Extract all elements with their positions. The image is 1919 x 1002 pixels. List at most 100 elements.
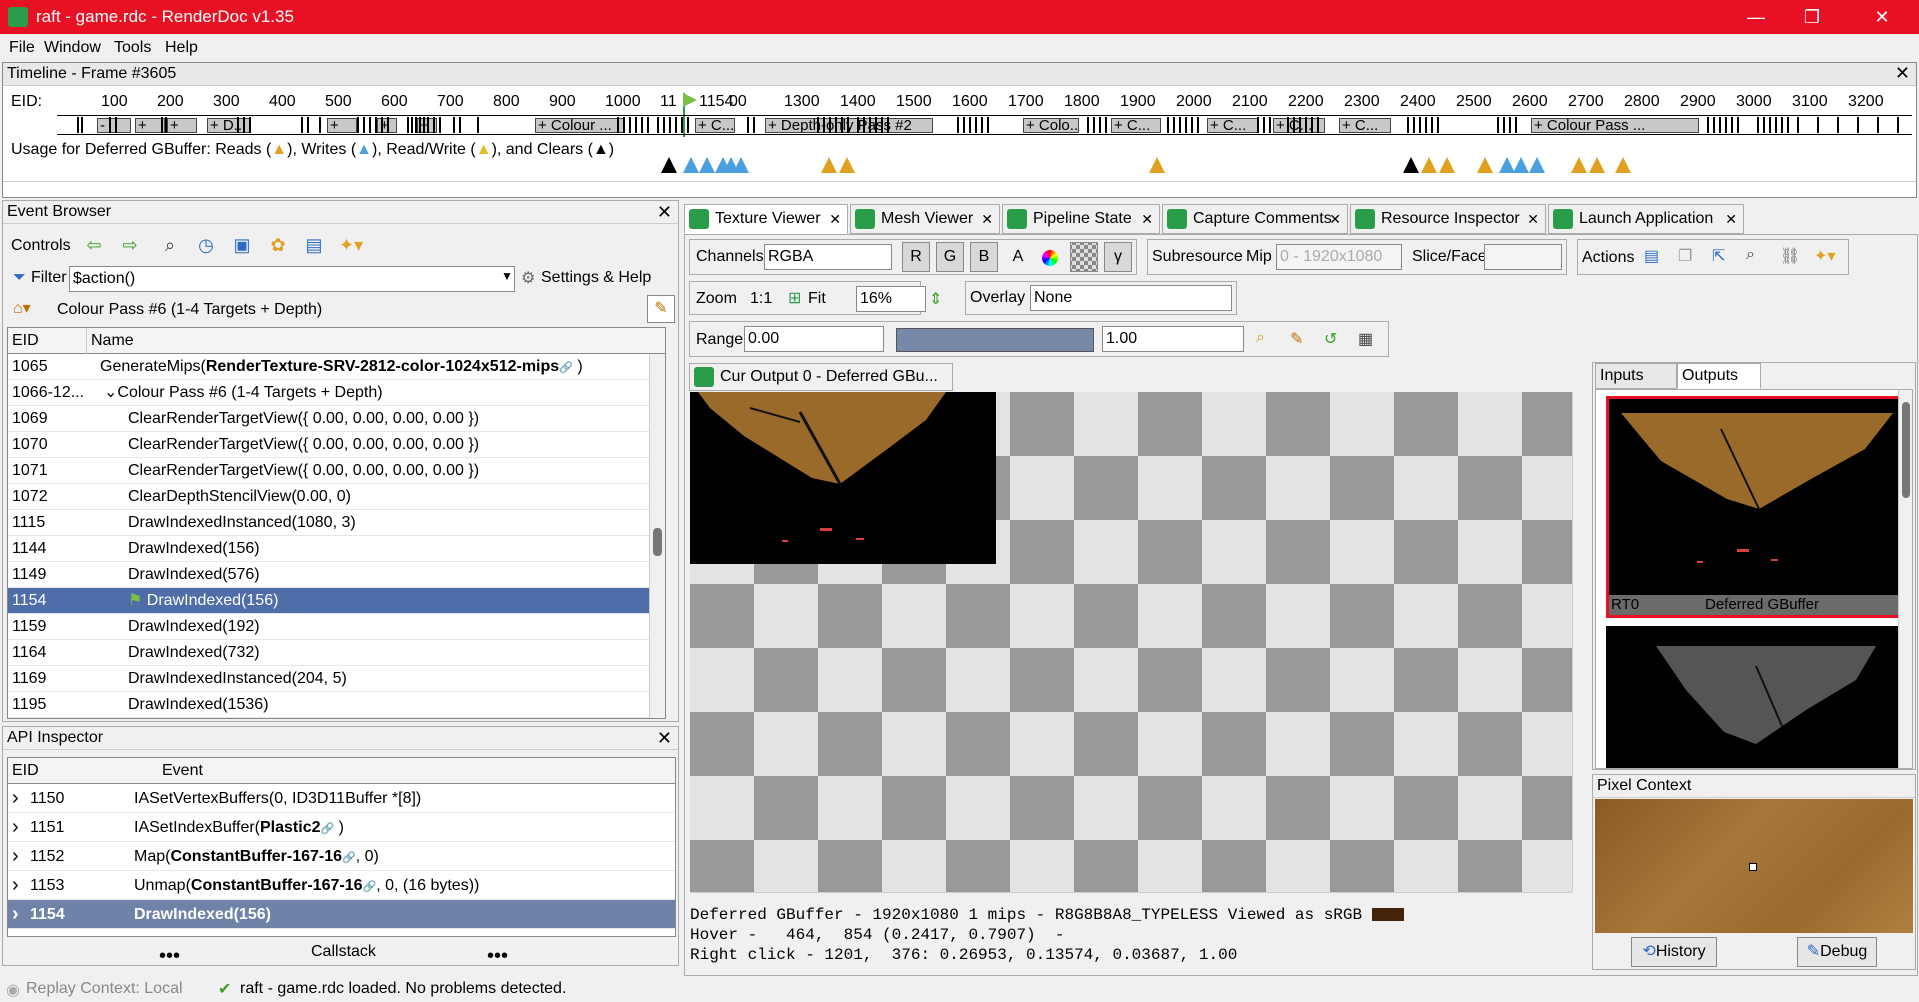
copy-icon[interactable]: ❐ — [1678, 246, 1692, 266]
expand-chevron-icon[interactable]: › — [12, 842, 19, 871]
link-icon[interactable]: 🔗 — [320, 823, 334, 835]
usage-triangle-icon[interactable] — [1403, 157, 1419, 173]
save-icon[interactable]: ▤ — [303, 235, 325, 257]
link-icon[interactable]: ⛓ — [1780, 246, 1800, 266]
flip-icon[interactable]: ⇕ — [929, 289, 942, 309]
event-browser-close-icon[interactable]: ✕ — [657, 201, 672, 223]
usage-triangle-icon[interactable] — [733, 157, 749, 173]
fit-icon[interactable]: ⊞ — [788, 288, 801, 308]
filter-input[interactable]: $action() — [69, 266, 515, 292]
puzzle-action-icon[interactable]: ✦▾ — [1814, 246, 1835, 266]
channel-b-button[interactable]: B — [970, 242, 998, 272]
expand-chevron-icon[interactable]: › — [12, 900, 19, 929]
checkerboard-icon[interactable] — [1070, 242, 1098, 272]
histogram-icon[interactable]: ▦ — [1358, 329, 1373, 349]
tab-capture-comments[interactable]: Capture Comments ✕ — [1162, 204, 1348, 234]
range-min-input[interactable]: 0.00 — [744, 326, 884, 352]
save-texture-icon[interactable]: ▤ — [1644, 246, 1659, 266]
dots-left[interactable]: ••• — [159, 945, 180, 968]
settings-gear-icon[interactable]: ⚙ — [521, 268, 535, 288]
col-eid-header[interactable]: EID — [12, 328, 39, 354]
tab-mesh-viewer[interactable]: Mesh Viewer ✕ — [850, 204, 1000, 234]
output-tab[interactable]: Cur Output 0 - Deferred GBu... — [689, 363, 953, 391]
menu-tools[interactable]: Tools — [114, 39, 151, 57]
tab-close-icon[interactable]: ✕ — [1141, 205, 1153, 233]
bookmark-icon[interactable]: ▣ — [231, 235, 253, 257]
expand-chevron-icon[interactable]: › — [12, 784, 19, 813]
timeline-markers[interactable]: -+++ D...++++ Colour ...+ C...+ Depth-on… — [57, 115, 1912, 135]
link-icon[interactable]: 🔗 — [342, 852, 356, 864]
slice-face-select[interactable] — [1484, 244, 1562, 270]
event-row[interactable]: 1154 ⚑ DrawIndexed(156) — [8, 588, 665, 614]
expand-chevron-icon[interactable]: › — [12, 871, 19, 900]
usage-triangle-icon[interactable] — [1477, 157, 1493, 173]
event-row[interactable]: 1144 DrawIndexed(156) — [8, 536, 665, 562]
debug-button[interactable]: ✎Debug — [1797, 937, 1877, 967]
usage-triangle-icon[interactable] — [1615, 157, 1631, 173]
event-row[interactable]: 1069 ClearRenderTargetView({ 0.00, 0.00, … — [8, 406, 665, 432]
api-row[interactable]: › 1150 IASetVertexBuffers(0, ID3D11Buffer … — [8, 784, 675, 813]
colorize-icon[interactable]: ✿ — [267, 235, 289, 257]
pixel-context-view[interactable] — [1595, 799, 1913, 933]
usage-triangle-icon[interactable] — [1589, 157, 1605, 173]
puzzle-icon[interactable]: ✦▾ — [339, 235, 363, 257]
col-name-header[interactable]: Name — [86, 328, 134, 354]
tab-texture-viewer[interactable]: Texture Viewer ✕ — [684, 204, 848, 234]
auto-fit-icon[interactable]: ✎ — [1290, 329, 1303, 349]
channel-a-button[interactable]: A — [1004, 242, 1032, 272]
event-row[interactable]: 1164 DrawIndexed(732) — [8, 640, 665, 666]
prev-arrow-icon[interactable]: ⇦ — [83, 235, 105, 257]
api-row[interactable]: › 1152 Map(ConstantBuffer-167-16🔗, 0) — [8, 842, 675, 871]
usage-triangle-icon[interactable] — [1439, 157, 1455, 173]
api-row[interactable]: › 1151 IASetIndexBuffer(Plastic2🔗 ) — [8, 813, 675, 842]
tab-inputs[interactable]: Inputs — [1595, 363, 1677, 389]
settings-help-link[interactable]: Settings & Help — [541, 269, 651, 287]
timeline-section[interactable]: + Depth-only Pass #2 — [765, 118, 933, 133]
channel-g-button[interactable]: G — [936, 242, 964, 272]
rt1-thumbnail[interactable] — [1606, 626, 1902, 768]
menu-help[interactable]: Help — [165, 39, 198, 57]
usage-triangle-icon[interactable] — [699, 157, 715, 173]
tab-pipeline-state[interactable]: Pipeline State ✕ — [1002, 204, 1160, 234]
event-row[interactable]: 1159 DrawIndexed(192) — [8, 614, 665, 640]
rt0-thumbnail[interactable]: RT0 Deferred GBuffer — [1606, 396, 1902, 618]
usage-triangle-icon[interactable] — [1513, 157, 1529, 173]
menu-file[interactable]: File — [9, 39, 35, 57]
fit-button[interactable]: Fit — [808, 290, 826, 308]
event-row[interactable]: 1071 ClearRenderTargetView({ 0.00, 0.00, … — [8, 458, 665, 484]
tab-resource-inspector[interactable]: Resource Inspector ✕ — [1350, 204, 1546, 234]
usage-triangle-icon[interactable] — [661, 157, 677, 173]
usage-triangle-icon[interactable] — [1529, 157, 1545, 173]
scrollbar-thumb[interactable] — [653, 528, 662, 556]
timeline-section[interactable]: + C... — [1207, 118, 1259, 133]
gamma-button[interactable]: γ — [1104, 242, 1132, 272]
timeline-section[interactable]: + C... — [695, 118, 735, 133]
timeline-section[interactable]: + Colour ... — [535, 118, 625, 133]
event-row[interactable]: 1070 ClearRenderTargetView({ 0.00, 0.00, … — [8, 432, 665, 458]
event-row[interactable]: 1066-12... ⌄Colour Pass #6 (1-4 Targets +… — [8, 380, 665, 406]
timeline-section[interactable]: + C... — [1111, 118, 1161, 133]
find-icon[interactable]: ⌕ — [159, 235, 181, 257]
channel-r-button[interactable]: R — [902, 242, 930, 272]
edit-note-icon[interactable]: ✎ — [647, 295, 675, 323]
texture-canvas[interactable] — [690, 392, 1572, 892]
outputs-scroll-thumb[interactable] — [1902, 402, 1910, 498]
reset-range-icon[interactable]: ↺ — [1324, 329, 1337, 349]
minimize-button[interactable]: — — [1736, 4, 1776, 30]
replay-context[interactable]: Replay Context: Local — [26, 980, 183, 998]
api-col-eid[interactable]: EID — [12, 758, 39, 784]
usage-triangle-icon[interactable] — [1571, 157, 1587, 173]
timer-icon[interactable]: ◷ — [195, 235, 217, 257]
event-row[interactable]: 1065 GenerateMips(RenderTexture-SRV-2812-… — [8, 354, 665, 380]
tab-close-icon[interactable]: ✕ — [1329, 205, 1341, 233]
mip-select[interactable]: 0 - 1920x1080 — [1276, 244, 1402, 270]
usage-triangle-icon[interactable] — [821, 157, 837, 173]
tab-close-icon[interactable]: ✕ — [1725, 205, 1737, 233]
channels-select[interactable]: RGBA — [764, 244, 892, 270]
breadcrumb[interactable]: Colour Pass #6 (1-4 Targets + Depth) — [57, 301, 322, 319]
restore-button[interactable]: ❐ — [1792, 4, 1832, 30]
timeline-section[interactable]: + Colour Pass ... — [1531, 118, 1699, 133]
timeline-section[interactable]: + — [167, 118, 197, 133]
home-icon[interactable]: ⌂▾ — [13, 298, 31, 318]
overlay-select[interactable]: None — [1030, 285, 1232, 311]
